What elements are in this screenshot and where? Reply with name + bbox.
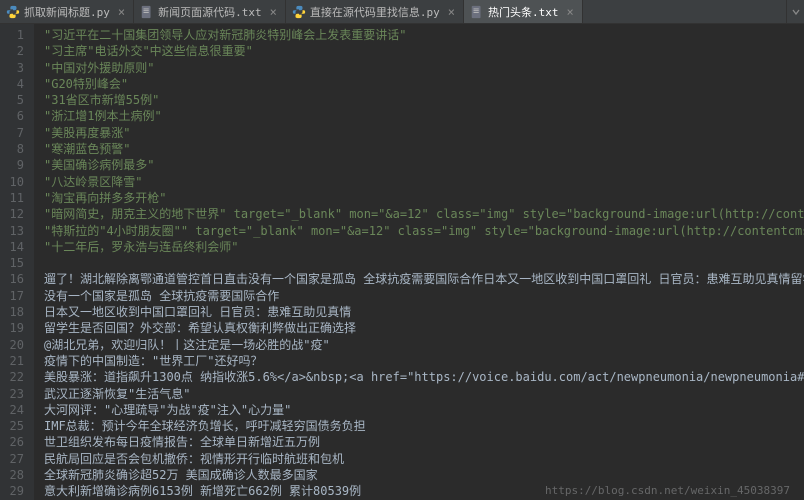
editor-line: 留学生是否回国？外交部：希望认真权衡利弊做出正确选择 — [44, 320, 804, 336]
line-number: 4 — [6, 76, 24, 92]
line-number: 21 — [6, 353, 24, 369]
tab-0[interactable]: 抓取新闻标题.py × — [0, 0, 134, 23]
line-number: 14 — [6, 239, 24, 255]
editor-line: 武汉正逐渐恢复"生活气息" — [44, 386, 804, 402]
editor-content[interactable]: "习近平在二十国集团领导人应对新冠肺炎特别峰会上发表重要讲话""习主席"电话外交… — [34, 24, 804, 500]
footer-watermark: https://blog.csdn.net/weixin_45038397 — [541, 484, 794, 497]
editor-line: "寒潮蓝色预警" — [44, 141, 804, 157]
editor-line: 遛了！湖北解除离鄂通道管控首日直击没有一个国家是孤岛 全球抗疫需要国际合作日本又… — [44, 271, 804, 287]
line-number: 22 — [6, 369, 24, 385]
line-number: 7 — [6, 125, 24, 141]
editor-line: "中国对外援助原则" — [44, 60, 804, 76]
line-number: 12 — [6, 206, 24, 222]
tab-bar-spacer — [583, 0, 786, 23]
text-file-icon — [140, 5, 154, 19]
line-number: 16 — [6, 271, 24, 287]
editor-line: 日本又一地区收到中国口罩回礼 日官员：患难互助见真情 — [44, 304, 804, 320]
editor-line: "美股再度暴涨" — [44, 125, 804, 141]
line-number: 27 — [6, 451, 24, 467]
editor-line — [44, 255, 804, 271]
tab-1[interactable]: 新闻页面源代码.txt × — [134, 0, 286, 23]
chevron-down-icon — [792, 8, 800, 16]
editor-line: 美股暴涨：道指飙升1300点 纳指收涨5.6%</a>&nbsp;<a href… — [44, 369, 804, 385]
tab-label: 热门头条.txt — [488, 4, 559, 20]
line-number: 8 — [6, 141, 24, 157]
editor: 1234567891011121314151617181920212223242… — [0, 24, 804, 500]
line-number: 20 — [6, 337, 24, 353]
editor-line: 没有一个国家是孤岛 全球抗疫需要国际合作 — [44, 288, 804, 304]
line-number: 24 — [6, 402, 24, 418]
editor-line: 大河网评："心理疏导"为战"疫"注入"心力量" — [44, 402, 804, 418]
tab-label: 抓取新闻标题.py — [24, 4, 110, 20]
close-icon[interactable]: × — [448, 5, 455, 19]
line-number: 23 — [6, 386, 24, 402]
gutter: 1234567891011121314151617181920212223242… — [0, 24, 34, 500]
tab-3[interactable]: 热门头条.txt × — [464, 0, 583, 23]
tab-bar: 抓取新闻标题.py×新闻页面源代码.txt×直接在源代码里找信息.py×热门头条… — [0, 0, 804, 24]
line-number: 9 — [6, 157, 24, 173]
close-icon[interactable]: × — [270, 5, 277, 19]
line-number: 29 — [6, 483, 24, 499]
editor-line: "十二年后，罗永浩与连岳终利会师" — [44, 239, 804, 255]
tab-label: 新闻页面源代码.txt — [158, 4, 262, 20]
line-number: 17 — [6, 288, 24, 304]
line-number: 6 — [6, 108, 24, 124]
editor-line: "八达岭景区降雪" — [44, 174, 804, 190]
line-number: 2 — [6, 43, 24, 59]
editor-line: 世卫组织发布每日疫情报告：全球单日新增近五万例 — [44, 434, 804, 450]
editor-line: 全球新冠肺炎确诊超52万 美国成确诊人数最多国家 — [44, 467, 804, 483]
line-number: 10 — [6, 174, 24, 190]
line-number: 11 — [6, 190, 24, 206]
editor-line: "特斯拉的"4小时朋友圈"" target="_blank" mon="&a=1… — [44, 223, 804, 239]
editor-line: "暗网简史，朋克主义的地下世界" target="_blank" mon="&a… — [44, 206, 804, 222]
editor-line: "G20特别峰会" — [44, 76, 804, 92]
editor-line: 民航局回应是否会包机撤侨：视情形开行临时航班和包机 — [44, 451, 804, 467]
line-number: 1 — [6, 27, 24, 43]
editor-line: "习近平在二十国集团领导人应对新冠肺炎特别峰会上发表重要讲话" — [44, 27, 804, 43]
line-number: 5 — [6, 92, 24, 108]
editor-line: "淘宝再向拼多多开枪" — [44, 190, 804, 206]
editor-line: "31省区市新增55例" — [44, 92, 804, 108]
line-number: 26 — [6, 434, 24, 450]
close-icon[interactable]: × — [566, 5, 573, 19]
line-number: 18 — [6, 304, 24, 320]
close-icon[interactable]: × — [118, 5, 125, 19]
editor-line: 疫情下的中国制造："世界工厂"还好吗？ — [44, 353, 804, 369]
line-number: 28 — [6, 467, 24, 483]
editor-line: "浙江增1例本土病例" — [44, 108, 804, 124]
editor-line: @湖北兄弟，欢迎归队！丨这注定是一场必胜的战"疫" — [44, 337, 804, 353]
tab-label: 直接在源代码里找信息.py — [310, 4, 440, 20]
editor-line: "习主席"电话外交"中这些信息很重要" — [44, 43, 804, 59]
python-file-icon — [6, 5, 20, 19]
line-number: 13 — [6, 223, 24, 239]
text-file-icon — [470, 5, 484, 19]
tab-2[interactable]: 直接在源代码里找信息.py × — [286, 0, 464, 23]
line-number: 19 — [6, 320, 24, 336]
line-number: 3 — [6, 60, 24, 76]
line-number: 15 — [6, 255, 24, 271]
tab-overflow-button[interactable] — [786, 0, 804, 23]
editor-line: "美国确诊病例最多" — [44, 157, 804, 173]
python-file-icon — [292, 5, 306, 19]
editor-line: IMF总裁：预计今年全球经济负增长，呼吁减轻穷国债务负担 — [44, 418, 804, 434]
line-number: 25 — [6, 418, 24, 434]
